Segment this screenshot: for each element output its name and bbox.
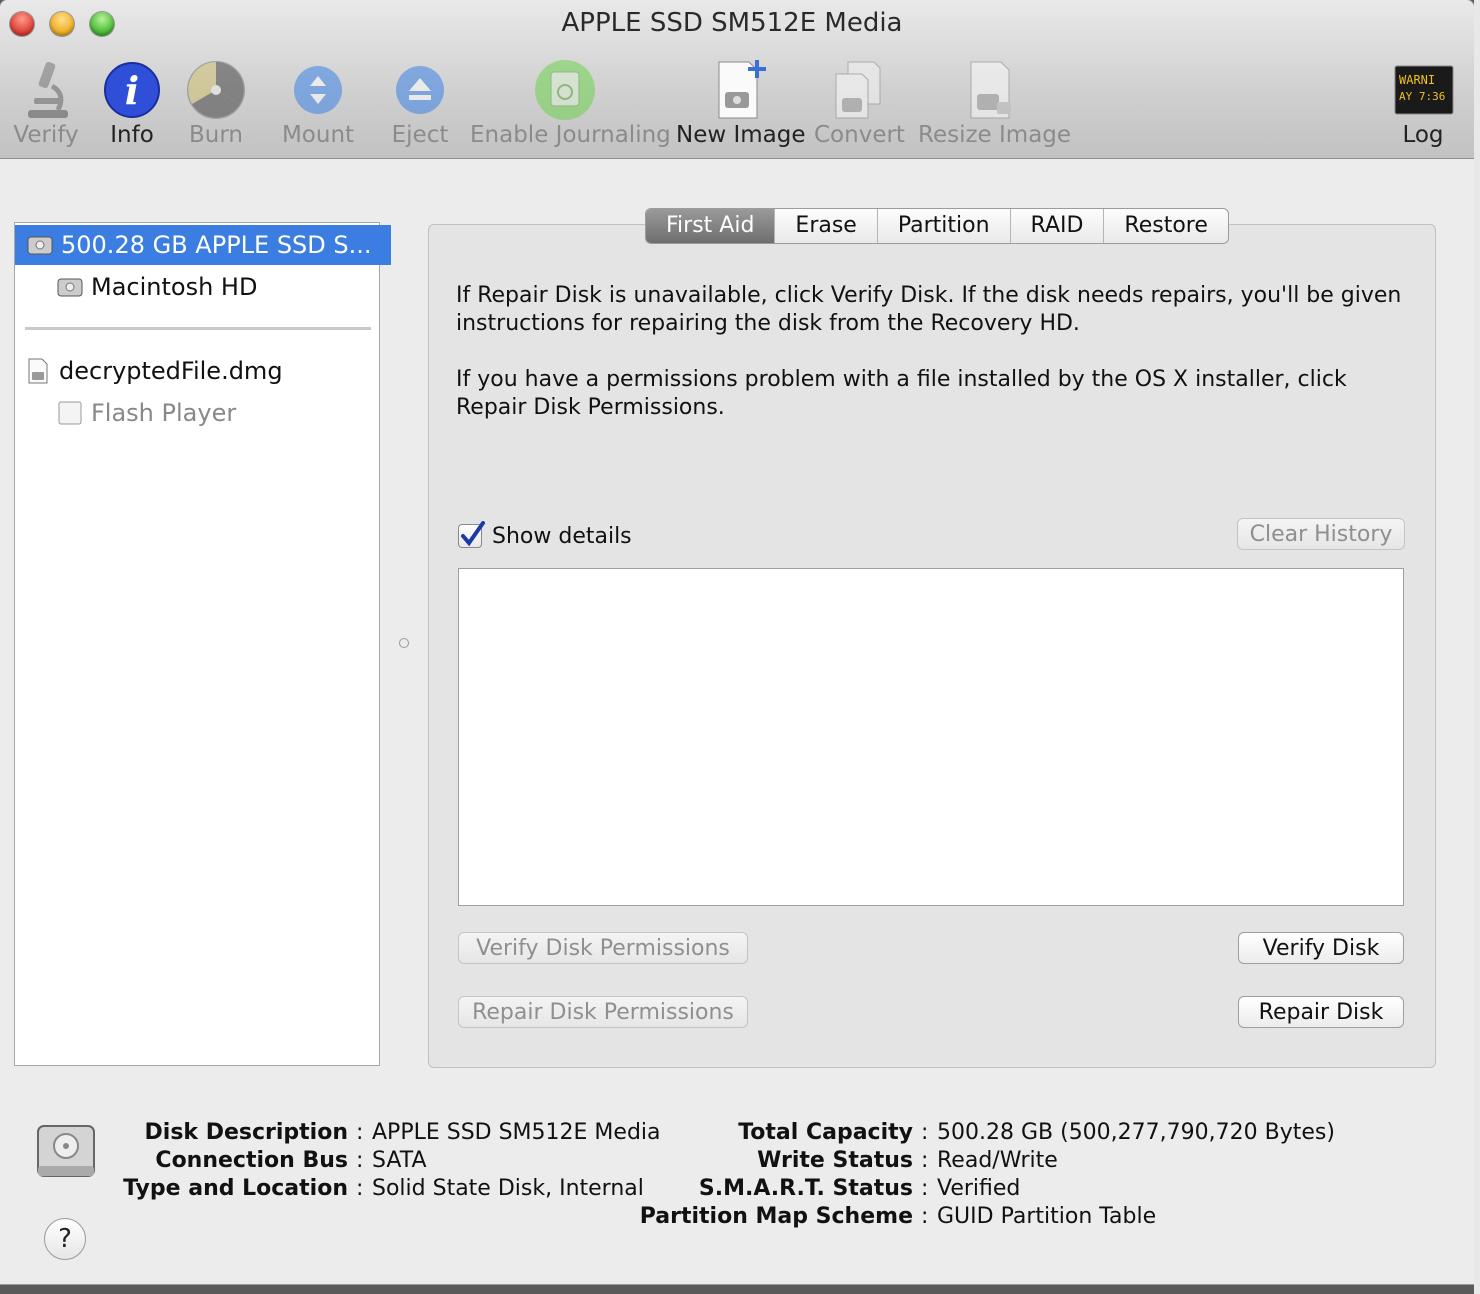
hard-disk-icon (27, 236, 53, 255)
verify-disk-permissions-button[interactable]: Verify Disk Permissions (458, 932, 748, 964)
split-view-handle[interactable] (399, 638, 409, 648)
type-location-key: Type and Location (123, 1176, 348, 1201)
unmounted-volume-icon (58, 401, 82, 425)
volume-icon (57, 278, 83, 297)
tab-partition[interactable]: Partition (876, 209, 1010, 243)
convert-icon (826, 58, 890, 122)
show-details-label: Show details (492, 524, 632, 549)
toolbar-info-button[interactable]: i Info (96, 58, 168, 148)
checkmark-icon (461, 521, 485, 547)
new-image-icon (705, 58, 769, 122)
tab-raid[interactable]: RAID (1009, 209, 1104, 243)
sidebar-separator (25, 327, 371, 330)
disk-description-value: APPLE SSD SM512E Media (372, 1120, 661, 1145)
svg-text:i: i (125, 68, 139, 113)
eject-icon (388, 58, 452, 122)
tab-erase[interactable]: Erase (774, 209, 876, 243)
clear-history-button[interactable]: Clear History (1237, 518, 1405, 550)
total-capacity-value: 500.28 GB (500,277,790,720 Bytes) (937, 1120, 1335, 1145)
mount-icon (286, 58, 350, 122)
info-separator: : (356, 1176, 364, 1201)
first-aid-log-area[interactable] (458, 568, 1404, 906)
toolbar-verify-button[interactable]: Verify (6, 58, 86, 148)
disk-list-item-flash-player[interactable]: Flash Player (15, 393, 421, 433)
disk-description-key: Disk Description (144, 1120, 348, 1145)
smart-status-key: S.M.A.R.T. Status (698, 1176, 913, 1201)
write-status-value: Read/Write (937, 1148, 1058, 1173)
show-details-checkbox[interactable] (458, 521, 485, 548)
info-separator: : (356, 1148, 364, 1173)
svg-text:WARNI: WARNI (1399, 73, 1435, 87)
svg-text:AY 7:36: AY 7:36 (1399, 90, 1445, 103)
info-separator: : (921, 1120, 929, 1145)
connection-bus-key: Connection Bus (155, 1148, 348, 1173)
info-separator: : (356, 1120, 364, 1145)
toolbar-eject-button[interactable]: Eject (384, 58, 456, 148)
repair-disk-button[interactable]: Repair Disk (1238, 996, 1404, 1028)
disk-list-item-ssd[interactable]: 500.28 GB APPLE SSD S... (15, 225, 391, 265)
window-title: APPLE SSD SM512E Media (561, 8, 903, 38)
microscope-icon (14, 58, 78, 122)
tab-bar: First Aid Erase Partition RAID Restore (645, 208, 1229, 244)
partition-map-value: GUID Partition Table (937, 1204, 1157, 1229)
tab-restore[interactable]: Restore (1103, 209, 1227, 243)
type-location-value: Solid State Disk, Internal (372, 1176, 644, 1201)
info-icon: i (100, 58, 164, 122)
total-capacity-key: Total Capacity (738, 1120, 913, 1145)
repair-disk-permissions-button[interactable]: Repair Disk Permissions (458, 996, 748, 1028)
background-window-edge (1474, 0, 1480, 1294)
toolbar-mount-button[interactable]: Mount (278, 58, 358, 148)
disk-list: 500.28 GB APPLE SSD S... Macintosh HD de… (14, 222, 391, 1066)
toolbar-log-button[interactable]: WARNI AY 7:36 Log (1388, 58, 1458, 148)
first-aid-instructions-2: If you have a permissions problem with a… (456, 367, 1347, 420)
toolbar-burn-button[interactable]: Burn (180, 58, 252, 148)
disk-list-item-decrypted-dmg[interactable]: decryptedFile.dmg (15, 351, 389, 391)
info-separator: : (921, 1176, 929, 1201)
toolbar-convert-button[interactable]: Convert (814, 58, 905, 148)
title-toolbar: APPLE SSD SM512E Media Verify i Info Bur… (0, 0, 1474, 159)
log-console-icon: WARNI AY 7:36 (1391, 58, 1455, 122)
toolbar-resize-image-button[interactable]: Resize Image (918, 58, 1071, 148)
verify-disk-button[interactable]: Verify Disk (1238, 932, 1404, 964)
journaling-icon (533, 58, 597, 122)
resize-image-icon (959, 58, 1023, 122)
tab-first-aid[interactable]: First Aid (646, 209, 775, 243)
disk-utility-window: APPLE SSD SM512E Media Verify i Info Bur… (0, 0, 1474, 1284)
write-status-key: Write Status (757, 1148, 913, 1173)
info-separator: : (921, 1204, 929, 1229)
burn-icon (184, 58, 248, 122)
first-aid-instructions-1: If Repair Disk is unavailable, click Ver… (456, 283, 1402, 336)
disk-list-item-macintosh-hd[interactable]: Macintosh HD (15, 267, 421, 307)
partition-map-key: Partition Map Scheme (639, 1204, 913, 1229)
toolbar-enable-journaling-button[interactable]: Enable Journaling (470, 58, 671, 148)
hard-disk-icon (37, 1125, 95, 1177)
help-button[interactable]: ? (44, 1218, 86, 1260)
connection-bus-value: SATA (372, 1148, 427, 1173)
smart-status-value: Verified (937, 1176, 1021, 1201)
toolbar-new-image-button[interactable]: New Image (676, 58, 806, 148)
info-separator: : (921, 1148, 929, 1173)
disk-image-file-icon (28, 358, 48, 384)
